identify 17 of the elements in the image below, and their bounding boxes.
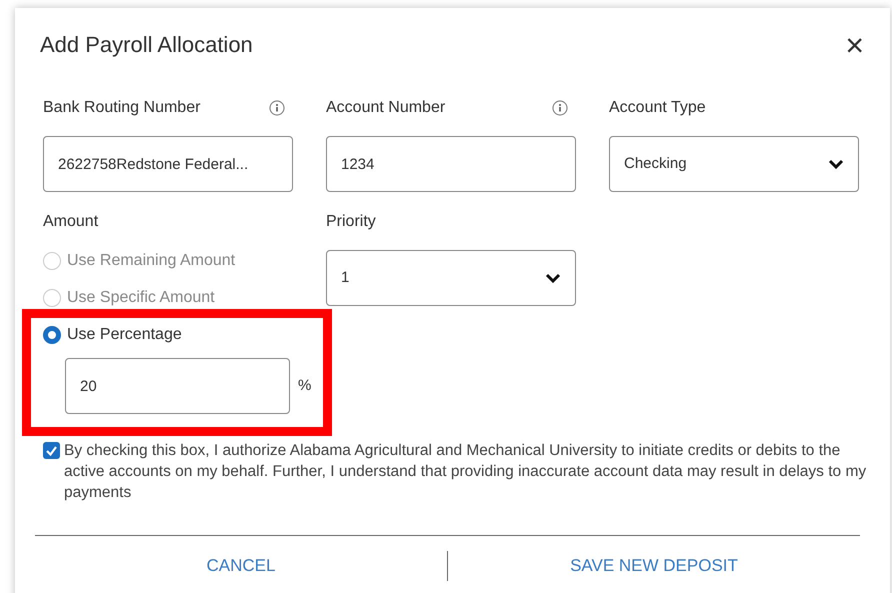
input-field[interactable]: 2622758Redstone Federal... bbox=[43, 136, 293, 192]
save-button[interactable]: SAVE NEW DEPOSIT bbox=[448, 552, 860, 580]
select-field[interactable]: 1 bbox=[326, 250, 576, 306]
consent-text: By checking this box, I authorize Alabama Agricultural and Mechanical University to initiate credits or debits to the active accounts on my behalf. Further, I understand that providing inaccurate account data may result in delays to my payments bbox=[64, 441, 868, 503]
unit-label: % bbox=[298, 376, 312, 396]
field-label: Account Type bbox=[609, 98, 706, 118]
field-label: Amount bbox=[43, 212, 100, 232]
field-label: Account Number bbox=[326, 98, 446, 118]
cancel-button[interactable]: CANCEL bbox=[35, 552, 447, 580]
select-field[interactable]: Checking bbox=[609, 136, 859, 192]
field-label: Priority bbox=[326, 212, 377, 232]
input-field[interactable]: 1234 bbox=[326, 136, 576, 192]
dialog-title: Add Payroll Allocation bbox=[40, 31, 253, 59]
radio-label[interactable]: Use Percentage bbox=[67, 322, 182, 346]
field-label: Bank Routing Number bbox=[43, 98, 200, 118]
close-button[interactable]: × bbox=[839, 28, 870, 60]
percentage-field[interactable]: 20 bbox=[65, 358, 290, 414]
